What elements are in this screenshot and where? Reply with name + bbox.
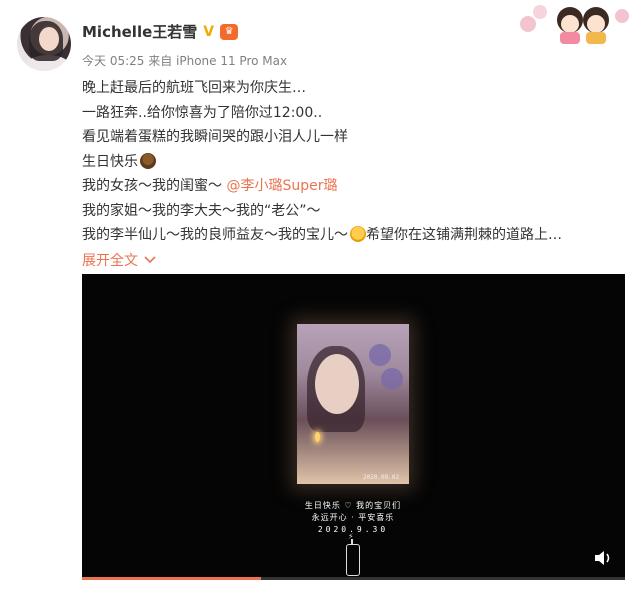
post-line-1: 晚上赶最后的航班飞回来为你庆生…: [82, 80, 306, 96]
post-line-4-text: 生日快乐: [82, 153, 138, 170]
video-caption: 生日快乐 ♡ 我的宝贝们 永远开心 · 平安喜乐 2020.9.30: [278, 500, 428, 536]
charger-icon: [346, 539, 360, 576]
balloon-decor: [381, 368, 403, 390]
post-text: 晚上赶最后的航班飞回来为你庆生… 一路狂奔..给你惊喜为了陪你过12:00.. …: [82, 76, 622, 270]
candle-flame: [315, 432, 320, 442]
post-line-6: 我的家姐～我的李大夫～我的“老公”～: [82, 202, 321, 219]
post-meta: 今天 05:25 来自 iPhone 11 Pro Max: [82, 54, 288, 68]
mention-link[interactable]: @李小璐Super璐: [226, 178, 337, 194]
video-caption-line-1: 生日快乐 ♡ 我的宝贝们: [304, 501, 402, 510]
vip-crown-icon: ♛: [220, 23, 239, 40]
video-player[interactable]: 2020.09.02 生日快乐 ♡ 我的宝贝们 永远开心 · 平安喜乐 2020…: [82, 274, 625, 580]
post-line-4: 生日快乐: [82, 150, 622, 175]
avatar-face: [39, 27, 59, 51]
verified-v-icon: V: [203, 23, 215, 40]
video-progress-track[interactable]: [82, 577, 625, 580]
username[interactable]: Michelle王若雪: [82, 21, 197, 42]
video-frame: 2020.09.02: [297, 324, 409, 484]
post-line-7-text: 我的李半仙儿～我的良师益友～我的宝儿～: [82, 227, 348, 243]
video-frame-date: 2020.09.02: [363, 474, 400, 481]
expand-label: 展开全文: [82, 252, 138, 269]
cake-emoji-icon: [140, 152, 156, 169]
expand-full-text-link[interactable]: 展开全文: [82, 250, 156, 270]
name-row: Michelle王若雪 V ♛: [82, 21, 239, 42]
chevron-down-icon: [144, 255, 156, 263]
post-line-5: 我的女孩～我的闺蜜～ @李小璐Super璐: [82, 174, 622, 199]
video-progress-fill: [82, 577, 262, 580]
post-line-7: 我的李半仙儿～我的良师益友～我的宝儿～ 希望你在这铺满荆棘的道路上…: [82, 223, 622, 248]
smile-emoji-icon: [350, 226, 366, 242]
post-line-8-text: 希望你在这铺满荆棘的道路上…: [366, 227, 562, 243]
video-caption-line-2: 永远开心 · 平安喜乐: [311, 513, 395, 522]
post-line-2: 一路狂奔..给你惊喜为了陪你过12:00..: [82, 104, 323, 121]
video-person: [315, 354, 359, 414]
post-line-5-text: 我的女孩～我的闺蜜～: [82, 178, 222, 194]
decoration-illustration: [520, 5, 629, 44]
avatar[interactable]: [17, 17, 71, 71]
post-line-3: 看见端着蛋糕的我瞬间哭的跟小泪人儿一样: [82, 129, 348, 145]
balloon-decor: [369, 344, 391, 366]
volume-icon[interactable]: [593, 548, 613, 568]
